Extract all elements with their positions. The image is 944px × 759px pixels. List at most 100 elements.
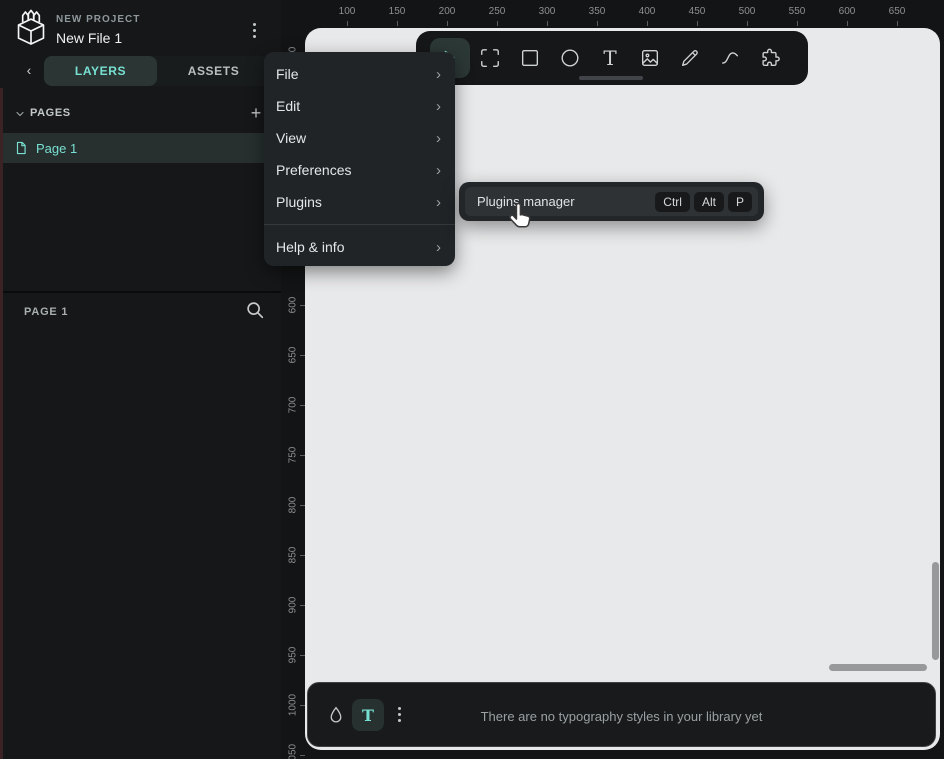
menu-item-label: Edit bbox=[276, 98, 300, 114]
file-header: NEW PROJECT New File 1 bbox=[0, 0, 281, 54]
ruler-tick bbox=[300, 355, 305, 356]
board-icon bbox=[479, 47, 501, 69]
chevron-right-icon: › bbox=[436, 66, 441, 83]
chevron-right-icon: › bbox=[436, 130, 441, 147]
page-list-item[interactable]: Page 1 bbox=[0, 133, 281, 163]
menu-item-view[interactable]: View › bbox=[264, 122, 455, 154]
menu-item-file[interactable]: File › bbox=[264, 58, 455, 90]
ruler-label: 900 bbox=[288, 597, 299, 614]
project-name: NEW PROJECT bbox=[56, 14, 140, 25]
ruler-tick bbox=[747, 21, 748, 26]
ruler-label: 550 bbox=[789, 6, 806, 17]
toolbar-drag-handle[interactable] bbox=[579, 76, 643, 80]
chevron-down-icon[interactable] bbox=[14, 108, 26, 120]
pointer-hand-cursor bbox=[505, 202, 533, 232]
pen-tool-button[interactable] bbox=[670, 38, 710, 78]
ruler-label: 650 bbox=[288, 347, 299, 364]
tab-assets[interactable]: ASSETS bbox=[157, 56, 270, 86]
ruler-tick bbox=[300, 655, 305, 656]
layers-page-title: PAGE 1 bbox=[24, 306, 68, 318]
pencil-icon bbox=[679, 47, 701, 69]
menu-item-label: Plugins bbox=[276, 194, 322, 210]
curve-icon bbox=[719, 47, 741, 69]
tab-group: LAYERS ASSETS bbox=[44, 56, 270, 86]
ruler-label: 1050 bbox=[288, 744, 299, 759]
ruler-tick bbox=[300, 405, 305, 406]
search-icon[interactable] bbox=[244, 299, 266, 321]
ruler-label: 200 bbox=[439, 6, 456, 17]
ruler-tick bbox=[597, 21, 598, 26]
file-menu-button[interactable] bbox=[251, 21, 258, 40]
ruler-label: 250 bbox=[489, 6, 506, 17]
menu-item-label: Preferences bbox=[276, 162, 351, 178]
menu-item-label: File bbox=[276, 66, 299, 82]
image-tool-button[interactable] bbox=[630, 38, 670, 78]
ruler-tick bbox=[897, 21, 898, 26]
ruler-label: 350 bbox=[589, 6, 606, 17]
ruler-tick bbox=[300, 305, 305, 306]
menu-item-label: View bbox=[276, 130, 306, 146]
ruler-tick bbox=[447, 21, 448, 26]
puzzle-icon bbox=[759, 47, 781, 69]
ruler-label: 150 bbox=[389, 6, 406, 17]
main-menu: File › Edit › View › Preferences › Plugi… bbox=[264, 52, 455, 266]
chevron-right-icon: › bbox=[436, 239, 441, 256]
ruler-tick bbox=[347, 21, 348, 26]
vertical-scrollbar[interactable] bbox=[932, 562, 939, 660]
palette-options-button[interactable] bbox=[396, 705, 403, 724]
menu-item-preferences[interactable]: Preferences › bbox=[264, 154, 455, 186]
ruler-tick bbox=[797, 21, 798, 26]
ruler-tick bbox=[300, 505, 305, 506]
plugins-tool-button[interactable] bbox=[750, 38, 790, 78]
board-tool-button[interactable] bbox=[470, 38, 510, 78]
typography-styles-button[interactable]: T bbox=[352, 699, 384, 731]
typography-palette: T There are no typography styles in your… bbox=[307, 682, 936, 747]
text-tool-button[interactable]: T bbox=[590, 38, 630, 78]
horizontal-scrollbar[interactable] bbox=[829, 664, 927, 671]
ruler-tick bbox=[397, 21, 398, 26]
ruler-label: 600 bbox=[839, 6, 856, 17]
menu-item-plugins[interactable]: Plugins › bbox=[264, 186, 455, 218]
tab-layers[interactable]: LAYERS bbox=[44, 56, 157, 86]
ruler-tick bbox=[497, 21, 498, 26]
page-name: Page 1 bbox=[36, 141, 77, 156]
ruler-label: 500 bbox=[739, 6, 756, 17]
ruler-tick bbox=[547, 21, 548, 26]
file-name: New File 1 bbox=[56, 30, 122, 46]
design-toolbar: T bbox=[416, 31, 808, 85]
menu-item-edit[interactable]: Edit › bbox=[264, 90, 455, 122]
sidebar-tabs: ‹ LAYERS ASSETS bbox=[0, 56, 281, 88]
ruler-tick bbox=[300, 605, 305, 606]
ruler-tick bbox=[300, 455, 305, 456]
text-tool-icon: T bbox=[603, 48, 616, 68]
rectangle-tool-button[interactable] bbox=[510, 38, 550, 78]
ruler-label: 800 bbox=[288, 497, 299, 514]
menu-item-help-info[interactable]: Help & info › bbox=[264, 231, 455, 263]
ellipse-tool-button[interactable] bbox=[550, 38, 590, 78]
ruler-tick bbox=[300, 755, 305, 756]
chevron-right-icon: › bbox=[436, 162, 441, 179]
window-edge bbox=[0, 88, 3, 759]
collapse-sidebar-button[interactable]: ‹ bbox=[20, 62, 38, 82]
typography-empty-message: There are no typography styles in your l… bbox=[481, 709, 763, 724]
menu-item-label: Help & info bbox=[276, 239, 344, 255]
ruler-tick bbox=[647, 21, 648, 26]
penpot-logo-icon bbox=[12, 9, 50, 47]
color-styles-button[interactable] bbox=[325, 704, 347, 726]
menu-separator bbox=[264, 224, 455, 225]
ruler-tick bbox=[300, 705, 305, 706]
chevron-right-icon: › bbox=[436, 98, 441, 115]
keyboard-shortcut: Ctrl Alt P bbox=[655, 192, 752, 212]
page-icon bbox=[14, 140, 28, 156]
ruler-label: 1000 bbox=[288, 694, 299, 716]
layers-section-header: PAGE 1 bbox=[0, 293, 281, 333]
ruler-label: 950 bbox=[288, 647, 299, 664]
ruler-label: 600 bbox=[288, 297, 299, 314]
droplet-icon bbox=[325, 704, 347, 726]
ruler-label: 300 bbox=[539, 6, 556, 17]
ruler-label: 450 bbox=[689, 6, 706, 17]
key-badge-alt: Alt bbox=[694, 192, 724, 212]
chevron-right-icon: › bbox=[436, 194, 441, 211]
curve-tool-button[interactable] bbox=[710, 38, 750, 78]
ruler-tick bbox=[847, 21, 848, 26]
